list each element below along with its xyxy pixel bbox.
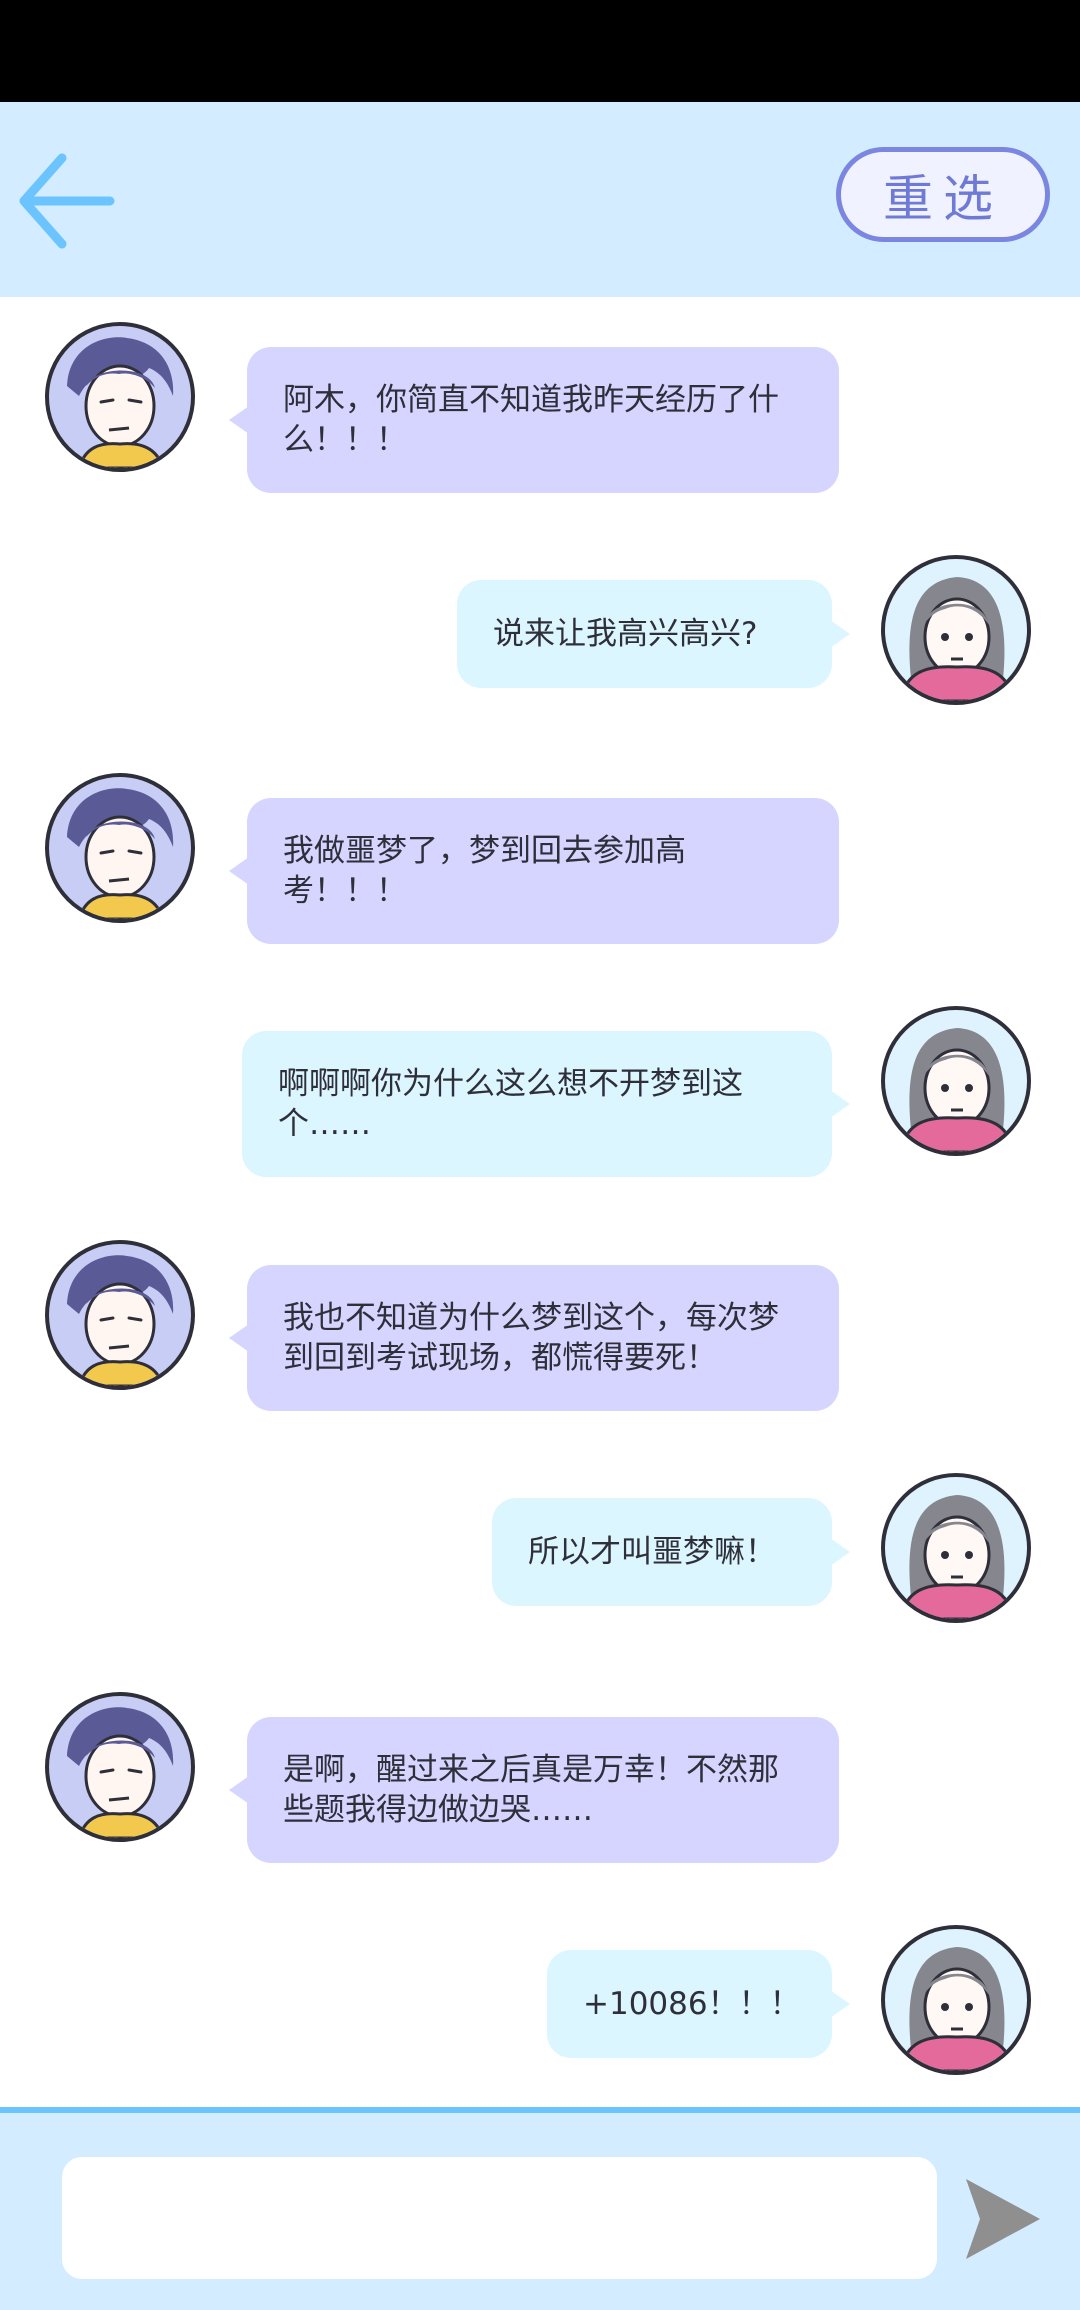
- message-row: 所以才叫噩梦嘛！: [0, 1473, 1080, 1633]
- reselect-button[interactable]: 重选: [836, 147, 1050, 242]
- avatar[interactable]: [45, 773, 195, 923]
- avatar[interactable]: [45, 1240, 195, 1390]
- male-avatar-icon: [67, 788, 174, 919]
- male-avatar-icon: [67, 1707, 174, 1838]
- avatar[interactable]: [881, 555, 1031, 705]
- male-avatar-icon: [67, 337, 174, 468]
- message-row: 啊啊啊你为什么这么想不开梦到这个……: [0, 1006, 1080, 1177]
- message-bubble: 啊啊啊你为什么这么想不开梦到这个……: [242, 1031, 850, 1177]
- header: 重选: [0, 102, 1080, 297]
- message-row: +10086！！！: [0, 1925, 1080, 2085]
- female-avatar-icon: [899, 577, 1015, 701]
- message-bubble: +10086！！！: [547, 1950, 850, 2058]
- female-avatar-icon: [899, 1947, 1015, 2071]
- avatar[interactable]: [881, 1925, 1031, 2075]
- back-button[interactable]: [18, 146, 118, 256]
- message-text: 我也不知道为什么梦到这个，每次梦到回到考试现场，都慌得要死！: [283, 1300, 779, 1376]
- message-row: 我做噩梦了，梦到回去参加高考！！！: [0, 773, 1080, 944]
- message-bubble: 阿木，你简直不知道我昨天经历了什么！！！: [229, 347, 839, 493]
- female-avatar-icon: [899, 1028, 1015, 1152]
- composer-bar: [0, 2107, 1080, 2310]
- male-avatar-icon: [67, 1255, 174, 1386]
- message-bubble: 我也不知道为什么梦到这个，每次梦到回到考试现场，都慌得要死！: [229, 1265, 839, 1411]
- message-row: 是啊，醒过来之后真是万幸！不然那些题我得边做边哭……: [0, 1692, 1080, 1863]
- message-text: 说来让我高兴高兴?: [493, 616, 758, 652]
- message-text: 是啊，醒过来之后真是万幸！不然那些题我得边做边哭……: [283, 1752, 779, 1828]
- message-text: +10086！！！: [583, 1986, 801, 2022]
- message-input[interactable]: [62, 2157, 937, 2279]
- message-text: 所以才叫噩梦嘛！: [528, 1534, 776, 1570]
- message-row: 我也不知道为什么梦到这个，每次梦到回到考试现场，都慌得要死！: [0, 1240, 1080, 1411]
- avatar[interactable]: [45, 1692, 195, 1842]
- send-button[interactable]: [962, 2173, 1044, 2265]
- message-text: 阿木，你简直不知道我昨天经历了什么！！！: [283, 382, 779, 458]
- chat-list: 阿木，你简直不知道我昨天经历了什么！！！ 说来让我高兴高兴? 我做噩梦了，梦到回…: [0, 297, 1080, 2107]
- message-bubble: 我做噩梦了，梦到回去参加高考！！！: [229, 798, 839, 944]
- arrow-left-icon: [19, 153, 115, 249]
- message-bubble: 所以才叫噩梦嘛！: [492, 1498, 850, 1606]
- female-avatar-icon: [899, 1495, 1015, 1619]
- message-row: 阿木，你简直不知道我昨天经历了什么！！！: [0, 322, 1080, 493]
- message-bubble: 是啊，醒过来之后真是万幸！不然那些题我得边做边哭……: [229, 1717, 839, 1863]
- avatar[interactable]: [881, 1473, 1031, 1623]
- avatar[interactable]: [45, 322, 195, 472]
- message-text: 我做噩梦了，梦到回去参加高考！！！: [283, 833, 686, 909]
- message-row: 说来让我高兴高兴?: [0, 555, 1080, 715]
- avatar[interactable]: [881, 1006, 1031, 1156]
- status-bar: [0, 0, 1080, 102]
- message-bubble: 说来让我高兴高兴?: [457, 580, 850, 688]
- send-icon: [966, 2179, 1040, 2259]
- message-text: 啊啊啊你为什么这么想不开梦到这个……: [278, 1066, 743, 1142]
